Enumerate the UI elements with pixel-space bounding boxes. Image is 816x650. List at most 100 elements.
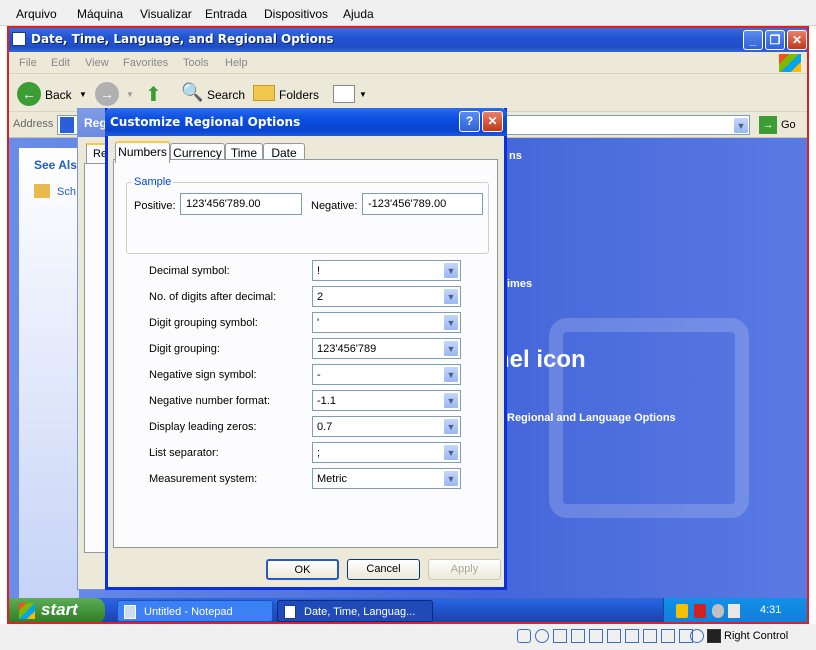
alert-shield-icon[interactable]	[694, 604, 706, 618]
network-icon[interactable]	[712, 604, 724, 618]
back-label[interactable]: Back	[45, 88, 72, 102]
host-menu-entrada[interactable]: Entrada	[205, 7, 247, 21]
up-folder-icon[interactable]: ⬆	[145, 82, 162, 107]
chevron-down-icon[interactable]: ▼	[443, 470, 459, 487]
taskbar-item-notepad-label: Untitled - Notepad	[144, 606, 233, 618]
host-menu-dispositivos[interactable]: Dispositivos	[264, 7, 328, 21]
host-key-icon[interactable]	[707, 629, 721, 643]
menu-file[interactable]: File	[19, 57, 37, 69]
restore-button[interactable]: ❐	[765, 30, 785, 50]
chevron-down-icon[interactable]: ▼	[443, 366, 459, 383]
customize-regional-options-dialog: Customize Regional Options ? ✕ Numbers C…	[105, 108, 507, 590]
menu-favorites[interactable]: Favorites	[123, 57, 168, 69]
shared-folders-icon[interactable]	[607, 629, 621, 643]
host-menu-maquina[interactable]: Máquina	[77, 7, 123, 21]
digit-grouping-select[interactable]: 123'456'789 ▼	[312, 338, 461, 359]
go-arrow-icon[interactable]: →	[759, 116, 777, 134]
views-icon[interactable]	[333, 85, 355, 103]
host-menu-ajuda[interactable]: Ajuda	[343, 7, 374, 21]
search-label[interactable]: Search	[207, 88, 245, 102]
back-dropdown-icon[interactable]: ▼	[79, 90, 87, 99]
back-arrow-icon[interactable]: ←	[17, 82, 41, 106]
task-link-fragment[interactable]: imes	[507, 278, 532, 290]
folders-icon[interactable]	[253, 85, 275, 101]
dialog-title: Customize Regional Options	[110, 115, 301, 129]
minimize-button[interactable]: _	[743, 30, 763, 50]
cpu-icon[interactable]	[661, 629, 675, 643]
forward-dropdown-icon[interactable]: ▼	[126, 90, 134, 99]
usb-icon[interactable]	[589, 629, 603, 643]
digit-grouping-symbol-select[interactable]: ' ▼	[312, 312, 461, 333]
apply-button[interactable]: Apply	[428, 559, 501, 580]
start-button[interactable]: start	[9, 598, 105, 622]
date-time-icon	[284, 605, 296, 619]
explorer-titlebar[interactable]: Date, Time, Language, and Regional Optio…	[9, 28, 807, 52]
chevron-down-icon[interactable]: ▼	[443, 444, 459, 461]
network-adapter-icon[interactable]	[571, 629, 585, 643]
security-shield-icon[interactable]	[676, 604, 688, 618]
negative-number-format-select[interactable]: -1.1 ▼	[312, 390, 461, 411]
positive-sample-field: 123'456'789.00	[180, 193, 302, 215]
forward-arrow-icon[interactable]: →	[95, 82, 119, 106]
cancel-button[interactable]: Cancel	[347, 559, 420, 580]
address-label: Address	[13, 118, 54, 130]
display-icon[interactable]	[625, 629, 639, 643]
hard-disk-icon[interactable]	[517, 629, 531, 643]
dialog-titlebar[interactable]: Customize Regional Options ? ✕	[105, 108, 507, 136]
see-also-panel: See Als Sch	[19, 148, 79, 598]
decimal-symbol-select[interactable]: ! ▼	[312, 260, 461, 281]
chevron-down-icon[interactable]: ▼	[443, 418, 459, 435]
system-tray: 4:31	[663, 598, 807, 622]
taskbar-item-notepad[interactable]: Untitled - Notepad	[117, 600, 273, 622]
digits-after-decimal-select[interactable]: 2 ▼	[312, 286, 461, 307]
scheduled-tasks-link[interactable]: Sch	[57, 186, 76, 198]
notepad-icon	[124, 605, 136, 619]
display-leading-zeros-value: 0.7	[317, 421, 333, 433]
digits-after-decimal-value: 2	[317, 291, 324, 303]
negative-sign-symbol-value: -	[317, 369, 321, 381]
search-icon[interactable]: 🔍	[181, 82, 203, 103]
help-icon[interactable]: ?	[459, 111, 480, 132]
video-capture-icon[interactable]	[643, 629, 657, 643]
chevron-down-icon[interactable]: ▼	[443, 288, 459, 305]
menu-edit[interactable]: Edit	[51, 57, 70, 69]
mouse-integration-icon[interactable]	[690, 629, 704, 643]
chevron-down-icon[interactable]: ▼	[443, 314, 459, 331]
close-button[interactable]: ✕	[787, 30, 807, 50]
display-leading-zeros-select[interactable]: 0.7 ▼	[312, 416, 461, 437]
negative-label: Negative:	[311, 200, 358, 212]
decimal-symbol-label: Decimal symbol:	[149, 265, 230, 277]
decimal-symbol-value: !	[317, 265, 321, 277]
clock[interactable]: 4:31	[760, 604, 781, 616]
chevron-down-icon[interactable]: ▼	[443, 262, 459, 279]
menu-view[interactable]: View	[85, 57, 109, 69]
checklist-watermark-icon	[549, 318, 749, 518]
explorer-toolbar: ← Back ▼ → ▼ ⬆ 🔍 Search Folders ▼	[9, 74, 807, 112]
measurement-system-value: Metric	[317, 473, 347, 485]
chevron-down-icon[interactable]: ▼	[443, 392, 459, 409]
menu-help[interactable]: Help	[225, 57, 248, 69]
host-status-bar: Right Control	[0, 624, 816, 650]
taskbar-item-date-time[interactable]: Date, Time, Languag...	[277, 600, 433, 622]
measurement-system-select[interactable]: Metric ▼	[312, 468, 461, 489]
ok-button[interactable]: OK	[266, 559, 339, 580]
chevron-down-icon[interactable]: ▼	[443, 340, 459, 357]
scheduled-tasks-icon	[34, 184, 50, 198]
digit-grouping-value: 123'456'789	[317, 343, 377, 355]
host-menu-arquivo[interactable]: Arquivo	[16, 7, 57, 21]
folders-label[interactable]: Folders	[279, 88, 319, 102]
audio-icon[interactable]	[553, 629, 567, 643]
optical-drive-icon[interactable]	[535, 629, 549, 643]
host-menu-visualizar[interactable]: Visualizar	[140, 7, 192, 21]
negative-sign-symbol-select[interactable]: - ▼	[312, 364, 461, 385]
list-separator-select[interactable]: ; ▼	[312, 442, 461, 463]
go-label[interactable]: Go	[781, 119, 796, 131]
numbers-tab-panel: Sample Positive: 123'456'789.00 Negative…	[113, 159, 498, 548]
menu-tools[interactable]: Tools	[183, 57, 209, 69]
explorer-title: Date, Time, Language, and Regional Optio…	[31, 32, 334, 46]
address-dropdown-icon[interactable]: ▼	[733, 117, 749, 134]
views-dropdown-icon[interactable]: ▼	[359, 90, 367, 99]
dialog-close-icon[interactable]: ✕	[482, 111, 503, 132]
tab-numbers[interactable]: Numbers	[115, 141, 170, 163]
volume-icon[interactable]	[728, 604, 740, 618]
